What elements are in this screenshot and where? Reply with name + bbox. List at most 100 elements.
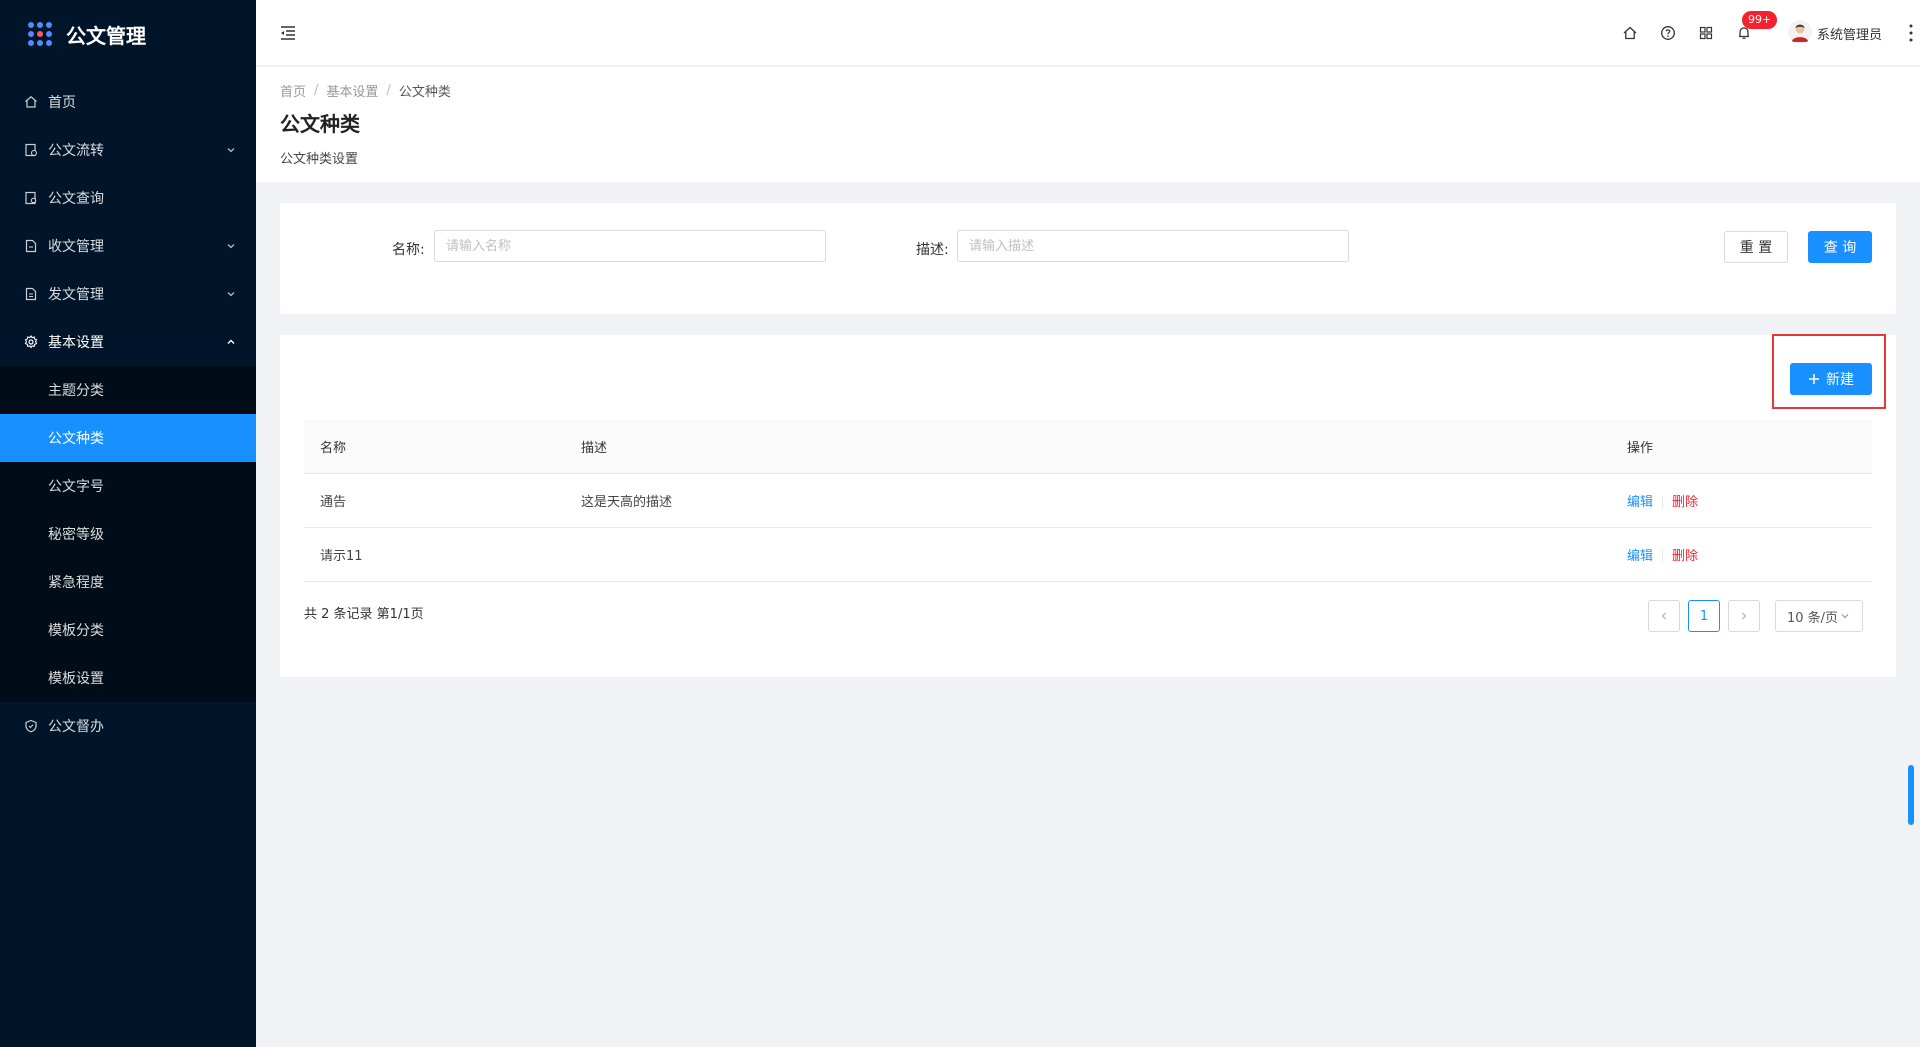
page-size-select[interactable]: 10 条/页: [1775, 600, 1863, 632]
sidebar-item-urgency[interactable]: 紧急程度: [0, 558, 256, 606]
cell-description: 这是天高的描述: [565, 473, 1611, 528]
file-in-icon: [24, 239, 38, 253]
sidebar-item-label: 首页: [48, 95, 76, 111]
breadcrumb-home[interactable]: 首页: [280, 81, 306, 100]
sidebar-item-label: 公文字号: [48, 479, 104, 495]
sidebar-item-label: 紧急程度: [48, 575, 104, 591]
divider: [1662, 496, 1664, 508]
prev-page-button[interactable]: [1648, 600, 1680, 632]
search-form: 名称: 描述: 重 置 查 询: [280, 203, 1896, 314]
breadcrumb-separator: /: [386, 83, 391, 98]
sidebar-item-send[interactable]: 发文管理: [0, 270, 256, 318]
next-page-button[interactable]: [1728, 600, 1760, 632]
page-header: 首页 / 基本设置 / 公文种类 公文种类 公文种类设置: [256, 67, 1920, 182]
new-button-label: 新建: [1826, 372, 1854, 388]
edit-link[interactable]: 编辑: [1627, 549, 1653, 564]
sidebar-item-label: 模板分类: [48, 623, 104, 639]
home-icon[interactable]: [1621, 24, 1639, 42]
sidebar-item-supervise[interactable]: 公文督办: [0, 702, 256, 750]
app-logo[interactable]: 公文管理: [0, 0, 256, 68]
home-icon: [24, 95, 38, 109]
search-doc-icon: [24, 191, 38, 205]
desc-label: 描述:: [916, 242, 949, 258]
sidebar-item-flow[interactable]: 公文流转: [0, 126, 256, 174]
apps-icon[interactable]: [1697, 24, 1715, 42]
table-row: 通告 这是天高的描述 编辑 删除: [304, 473, 1872, 528]
sidebar-item-label: 收文管理: [48, 239, 104, 255]
sidebar-item-doc-number[interactable]: 公文字号: [0, 462, 256, 510]
help-icon[interactable]: [1659, 24, 1677, 42]
sidebar-item-template-settings[interactable]: 模板设置: [0, 654, 256, 702]
table-header-row: 名称 描述 操作: [304, 420, 1872, 474]
sidebar-item-receive[interactable]: 收文管理: [0, 222, 256, 270]
query-button[interactable]: 查 询: [1808, 231, 1872, 263]
sidebar-item-label: 模板设置: [48, 671, 104, 687]
notification-badge: 99+: [1742, 11, 1778, 29]
top-header: 99+ 系统管理员: [256, 0, 1920, 66]
chevron-left-icon: [1661, 612, 1666, 620]
sidebar-item-label: 秘密等级: [48, 527, 104, 543]
column-header-actions: 操作: [1611, 420, 1872, 474]
sidebar-item-label: 公文种类: [48, 431, 104, 447]
sidebar-item-secret-level[interactable]: 秘密等级: [0, 510, 256, 558]
sidebar-item-query[interactable]: 公文查询: [0, 174, 256, 222]
gear-icon: [24, 335, 38, 349]
sidebar-item-template-category[interactable]: 模板分类: [0, 606, 256, 654]
sidebar-item-label: 发文管理: [48, 287, 104, 303]
settings-submenu: 主题分类 公文种类 公文字号 秘密等级 紧急程度 模板分类 模板设置: [0, 366, 256, 702]
name-input[interactable]: [434, 230, 826, 262]
column-header-name: 名称: [304, 420, 565, 474]
supervise-icon: [24, 719, 38, 733]
sidebar: 公文管理 首页 公文流转 公文查询 收文管理 发文管理 基本设置 主题分类 公文…: [0, 0, 256, 1047]
name-label: 名称:: [392, 242, 425, 258]
reset-button[interactable]: 重 置: [1724, 231, 1788, 263]
cell-name: 通告: [304, 473, 565, 528]
sidebar-item-settings[interactable]: 基本设置: [0, 318, 256, 366]
file-out-icon: [24, 287, 38, 301]
sidebar-item-doc-type[interactable]: 公文种类: [0, 414, 256, 462]
sidebar-item-label: 主题分类: [48, 383, 104, 399]
pagination-total: 共 2 条记录 第1/1页: [304, 607, 424, 622]
sidebar-item-label: 公文查询: [48, 191, 104, 207]
edit-link[interactable]: 编辑: [1627, 495, 1653, 510]
new-button[interactable]: 新建: [1790, 363, 1872, 395]
cell-description: [565, 527, 1611, 582]
breadcrumb-settings[interactable]: 基本设置: [326, 81, 378, 100]
scrollbar-thumb[interactable]: [1908, 765, 1914, 825]
apps-grid-icon: [28, 22, 52, 46]
breadcrumb-current: 公文种类: [398, 85, 451, 100]
page-title: 公文种类: [280, 112, 360, 136]
user-name[interactable]: 系统管理员: [1817, 24, 1882, 43]
chevron-right-icon: [1742, 612, 1747, 620]
table-card: 新建 名称 描述 操作 通告 这是天高的描述 编辑删除 请示11 编辑删除: [280, 334, 1896, 677]
flow-icon: [24, 143, 38, 157]
column-header-description: 描述: [565, 420, 1611, 474]
breadcrumb: 首页 / 基本设置 / 公文种类: [280, 81, 451, 100]
chevron-down-icon: [226, 241, 236, 251]
plus-icon: [1808, 373, 1820, 385]
page-description: 公文种类设置: [280, 152, 359, 167]
chevron-down-icon: [1840, 611, 1850, 621]
page-size-value: 10 条/页: [1787, 610, 1839, 626]
divider: [1662, 550, 1664, 562]
description-input[interactable]: [957, 230, 1349, 262]
delete-link[interactable]: 删除: [1672, 495, 1698, 510]
cell-actions: 编辑 删除: [1611, 473, 1872, 528]
menu-fold-icon[interactable]: [278, 23, 298, 43]
sidebar-item-home[interactable]: 首页: [0, 78, 256, 126]
delete-link[interactable]: 删除: [1672, 549, 1698, 564]
cell-actions: 编辑 删除: [1611, 527, 1872, 582]
avatar[interactable]: [1788, 20, 1812, 44]
sidebar-item-label: 公文流转: [48, 143, 104, 159]
cell-name: 请示11: [304, 527, 565, 582]
page-1-button[interactable]: 1: [1688, 600, 1720, 632]
sidebar-item-topic-category[interactable]: 主题分类: [0, 366, 256, 414]
chevron-down-icon: [226, 289, 236, 299]
table-row: 请示11 编辑 删除: [304, 527, 1872, 582]
breadcrumb-separator: /: [314, 83, 319, 98]
more-vertical-icon[interactable]: [1908, 22, 1914, 44]
sidebar-item-label: 公文督办: [48, 719, 104, 735]
doc-type-table: 名称 描述 操作 通告 这是天高的描述 编辑 删除 请示11 编辑 删除: [304, 420, 1872, 582]
chevron-up-icon: [226, 337, 236, 347]
sidebar-item-label: 基本设置: [48, 335, 104, 351]
